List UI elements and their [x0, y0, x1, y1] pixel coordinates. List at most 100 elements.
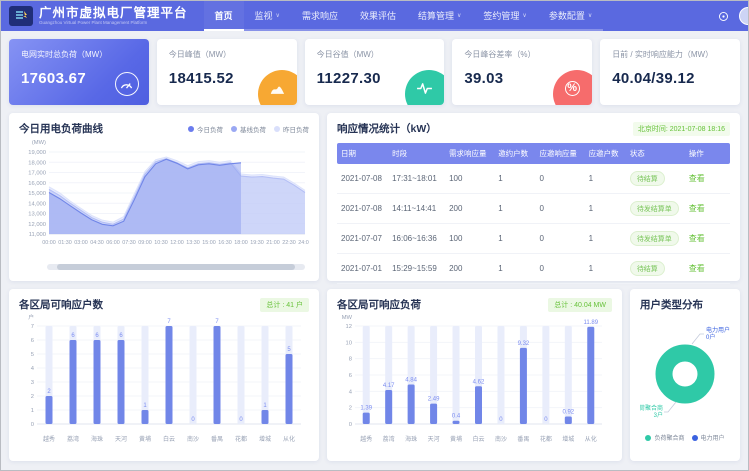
- svg-text:12:00: 12:00: [170, 240, 184, 246]
- bar-黄埔: [142, 410, 149, 424]
- kpi-label: 今日峰谷差率（%）: [464, 49, 580, 60]
- view-link[interactable]: 查看: [689, 234, 705, 243]
- svg-text:11.89: 11.89: [583, 320, 598, 326]
- svg-text:7: 7: [215, 319, 219, 325]
- nav-item-监视[interactable]: 监视∨: [244, 1, 291, 31]
- kpi-card-today-peak: 今日峰值（MW） 18415.52: [157, 39, 297, 105]
- legend-item-power-user[interactable]: 电力用户: [692, 433, 725, 442]
- nav-item-参数配置[interactable]: 参数配置∨: [538, 1, 603, 31]
- nav-item-结算管理[interactable]: 结算管理∨: [407, 1, 472, 31]
- view-link[interactable]: 查看: [689, 174, 705, 183]
- load-curve-title: 今日用电负荷曲线: [19, 121, 103, 136]
- svg-text:从化: 从化: [585, 435, 597, 443]
- user-avatar[interactable]: [739, 7, 749, 25]
- table-cell-action: 查看: [685, 226, 730, 251]
- svg-text:6: 6: [349, 373, 352, 379]
- svg-text:0.4: 0.4: [452, 414, 461, 420]
- legend-dot: [231, 126, 237, 132]
- header-actions: [718, 7, 748, 25]
- district-households-title: 各区局可响应户数: [19, 297, 103, 312]
- svg-text:2: 2: [31, 394, 34, 400]
- table-cell-invited: 1: [494, 257, 535, 280]
- kpi-card-peak-valley-rate: 今日峰谷差率（%） 39.03 %: [452, 39, 592, 105]
- bar-番禺: [214, 326, 221, 424]
- bar-荔湾: [70, 340, 77, 424]
- svg-text:黄埔: 黄埔: [139, 435, 151, 443]
- logo-icon: [9, 6, 33, 26]
- svg-text:12,000: 12,000: [28, 222, 46, 228]
- table-header-cell: 应邀响应量: [535, 143, 584, 164]
- table-header-cell: 状态: [626, 143, 685, 164]
- svg-text:00:00: 00:00: [42, 240, 56, 246]
- nav-item-签约管理[interactable]: 签约管理∨: [472, 1, 537, 31]
- households-total-badge: 总计 : 41 户: [260, 298, 309, 312]
- chevron-down-icon: ∨: [588, 12, 592, 19]
- app-subtitle: Guangzhou Virtual Power Plant Management…: [39, 21, 188, 26]
- legend-item-今日负荷[interactable]: 今日负荷: [188, 124, 223, 134]
- legend-dot: [274, 126, 280, 132]
- legend-dot: [645, 435, 651, 441]
- table-cell-period: 14:11~14:41: [388, 197, 445, 220]
- dashboard-body: 电网实时总负荷（MW） 17603.67 今日峰值（MW） 18415.52 今…: [1, 31, 748, 469]
- svg-text:增城: 增城: [259, 435, 271, 443]
- donut-count-aggregator: 3户: [654, 411, 663, 419]
- svg-text:番禺: 番禺: [211, 436, 223, 443]
- app-header: 广州市虚拟电厂管理平台 Guangzhou Virtual Power Plan…: [1, 1, 748, 31]
- svg-text:14,000: 14,000: [28, 201, 46, 207]
- table-cell-status: 待结算: [626, 164, 685, 193]
- table-cell-invited: 1: [494, 167, 535, 190]
- bar-越秀: [46, 396, 53, 424]
- svg-text:荔湾: 荔湾: [383, 435, 395, 443]
- bar-天河: [118, 340, 125, 424]
- view-link[interactable]: 查看: [689, 264, 705, 273]
- nav-item-需求响应[interactable]: 需求响应: [291, 1, 349, 31]
- bar-track: [542, 326, 549, 424]
- view-link[interactable]: 查看: [689, 204, 705, 213]
- svg-text:13,000: 13,000: [28, 212, 46, 218]
- kpi-label: 今日峰值（MW）: [169, 49, 285, 60]
- table-cell-resp_amount: 0: [535, 167, 584, 190]
- bar-track: [190, 326, 197, 424]
- kpi-label: 电网实时总负荷（MW）: [21, 49, 137, 60]
- svg-text:3: 3: [31, 380, 34, 386]
- district-load-title: 各区局可响应负荷: [337, 297, 421, 312]
- svg-text:从化: 从化: [283, 435, 295, 443]
- nav-item-效果评估[interactable]: 效果评估: [349, 1, 407, 31]
- bar-track: [262, 326, 269, 424]
- table-cell-resp_amount: 0: [535, 197, 584, 220]
- svg-text:09:00: 09:00: [138, 240, 152, 246]
- table-cell-invited: 1: [494, 197, 535, 220]
- legend-label: 电力用户: [701, 433, 725, 442]
- legend-item-基线负荷[interactable]: 基线负荷: [231, 124, 266, 134]
- svg-text:海珠: 海珠: [91, 435, 103, 443]
- kpi-card-today-valley: 今日谷值（MW） 11227.30: [305, 39, 445, 105]
- svg-text:白云: 白云: [472, 435, 484, 443]
- legend-item-昨日负荷[interactable]: 昨日负荷: [274, 124, 309, 134]
- middle-row: 今日用电负荷曲线 今日负荷基线负荷昨日负荷 11,00012,00013,000…: [9, 113, 740, 281]
- svg-text:南沙: 南沙: [187, 435, 199, 443]
- table-cell-resp_count: 1: [585, 167, 626, 190]
- user-type-title: 用户类型分布: [640, 297, 730, 312]
- svg-text:增城: 增城: [562, 435, 574, 443]
- svg-text:22:30: 22:30: [282, 240, 296, 246]
- legend-item-aggregator[interactable]: 负荷聚合商: [645, 433, 684, 442]
- notification-bell-icon[interactable]: [718, 11, 729, 22]
- table-cell-action: 查看: [685, 256, 730, 281]
- svg-text:9.32: 9.32: [518, 341, 530, 347]
- svg-text:12: 12: [346, 324, 352, 330]
- svg-text:4.84: 4.84: [405, 377, 417, 383]
- chart-scrollbar-thumb[interactable]: [57, 264, 294, 270]
- table-cell-demand: 100: [445, 167, 494, 190]
- table-header-cell: 需求响应量: [445, 143, 494, 164]
- svg-text:荔湾: 荔湾: [67, 435, 79, 443]
- legend-label: 基线负荷: [240, 124, 266, 134]
- table-header-cell: 应邀户数: [585, 143, 626, 164]
- svg-text:花都: 花都: [235, 435, 247, 443]
- chart-scrollbar: [47, 264, 305, 270]
- bar-番禺: [520, 348, 527, 424]
- table-row: 2021-07-0115:29~15:59200101待结算查看: [337, 254, 730, 284]
- svg-text:1: 1: [31, 408, 34, 414]
- svg-text:8: 8: [349, 357, 352, 363]
- nav-item-首页[interactable]: 首页: [204, 1, 244, 31]
- bar-黄埔: [453, 421, 460, 424]
